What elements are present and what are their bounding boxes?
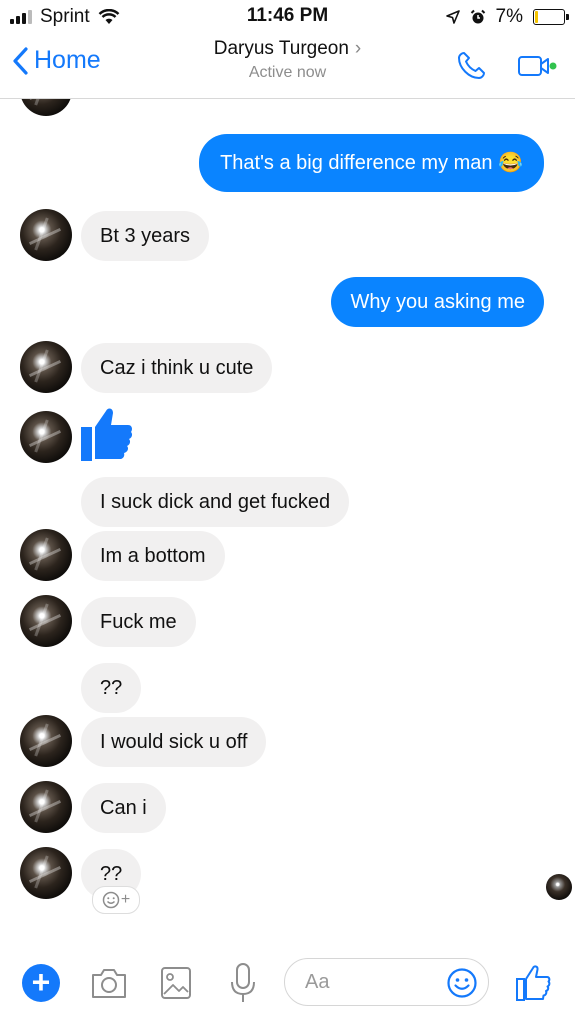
- message-bubble-incoming[interactable]: Im a bottom: [81, 531, 225, 581]
- contact-avatar[interactable]: [20, 529, 72, 581]
- read-receipt-avatar: [546, 874, 572, 900]
- contact-avatar[interactable]: [20, 341, 72, 393]
- contact-avatar[interactable]: [20, 209, 72, 261]
- message-bubble-incoming[interactable]: Caz i think u cute: [81, 343, 273, 393]
- status-right: 7%: [445, 6, 569, 28]
- message-bubble-incoming[interactable]: I would sick u off: [81, 717, 267, 767]
- message-bubble-incoming[interactable]: ??: [81, 663, 142, 713]
- emoji-icon[interactable]: [446, 967, 478, 999]
- microphone-icon[interactable]: [228, 962, 258, 1004]
- thumbs-up-icon: [81, 408, 133, 461]
- battery-percent: 7%: [495, 6, 523, 27]
- message-input-container[interactable]: [284, 958, 489, 1006]
- location-arrow-icon: [445, 10, 460, 24]
- smiley-icon: [102, 891, 120, 909]
- message-bubble-incoming[interactable]: Bt 3 years: [81, 211, 210, 261]
- phone-call-icon[interactable]: [455, 50, 487, 82]
- alarm-clock-icon: [470, 9, 485, 24]
- camera-icon[interactable]: [90, 966, 128, 1000]
- header-actions: [455, 50, 557, 82]
- contact-avatar[interactable]: [20, 715, 72, 767]
- battery-icon: [533, 9, 569, 25]
- message-bubble-incoming[interactable]: Fuck me: [81, 597, 196, 647]
- message-input[interactable]: [303, 970, 437, 995]
- contact-avatar[interactable]: [20, 411, 72, 463]
- message-bubble-outgoing[interactable]: Why you asking me: [331, 277, 544, 327]
- add-reaction-button[interactable]: +: [92, 886, 140, 914]
- reaction-plus: +: [120, 891, 131, 908]
- status-bar: Sprint 11:46 PM 7%: [0, 0, 575, 32]
- contact-avatar[interactable]: [20, 595, 72, 647]
- contact-name: Daryus Turgeon: [213, 38, 349, 59]
- message-bubble-outgoing[interactable]: That's a big difference my man 😂: [199, 134, 544, 192]
- chevron-right-icon: ›: [354, 38, 362, 59]
- photo-gallery-icon[interactable]: [160, 966, 192, 1000]
- conversation-header: Home Daryus Turgeon › Active now: [0, 32, 575, 99]
- contact-avatar[interactable]: [20, 99, 72, 116]
- contact-avatar[interactable]: [20, 847, 72, 899]
- message-bubble-incoming[interactable]: I suck dick and get fucked: [81, 477, 350, 527]
- composer-bar: +: [0, 944, 575, 1024]
- contact-avatar[interactable]: [20, 781, 72, 833]
- video-call-icon[interactable]: [517, 53, 557, 79]
- send-thumbs-up-icon[interactable]: [515, 964, 551, 1002]
- thumbs-up-message[interactable]: [80, 405, 134, 468]
- message-bubble-incoming[interactable]: Can i: [81, 783, 166, 833]
- message-list[interactable]: That's a big difference my man 😂 Bt 3 ye…: [0, 99, 575, 944]
- more-options-button[interactable]: +: [22, 964, 60, 1002]
